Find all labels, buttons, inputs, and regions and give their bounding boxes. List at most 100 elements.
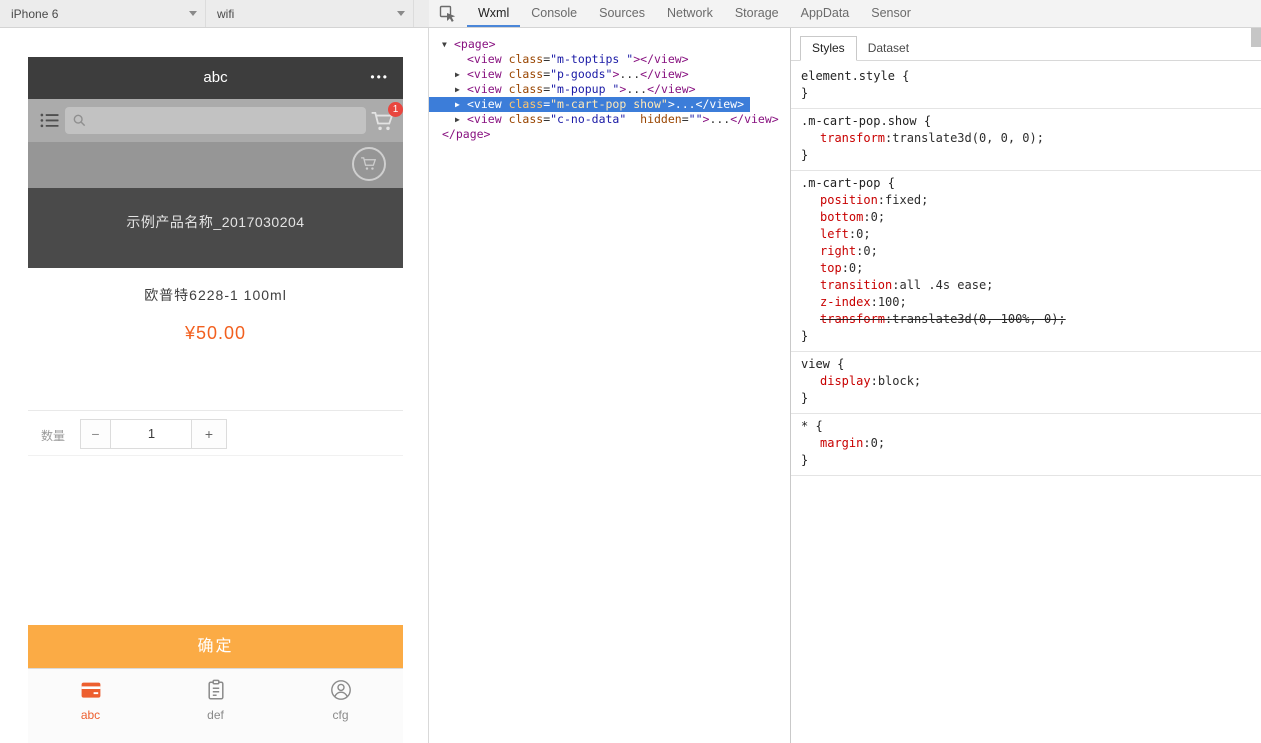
wxml-token: > bbox=[667, 97, 675, 111]
css-rule: view {display:block;} bbox=[791, 352, 1261, 414]
css-rule: .m-cart-pop {position:fixed; bottom:0; lef… bbox=[791, 171, 1261, 352]
wxml-token: ></view> bbox=[633, 52, 689, 66]
wxml-token: "" bbox=[688, 112, 703, 126]
css-rules-list: element.style {} .m-cart-pop.show { transf… bbox=[791, 61, 1261, 476]
wxml-node[interactable]: ▶ <view class="m-popup ">...</view> bbox=[429, 82, 702, 97]
devtools-tab-network[interactable]: Network bbox=[656, 0, 724, 27]
wxml-token: <view bbox=[467, 82, 502, 96]
devtools-tab-console[interactable]: Console bbox=[520, 0, 588, 27]
product-banner-title: 示例产品名称_2017030204 bbox=[126, 214, 305, 230]
styles-tab-dataset[interactable]: Dataset bbox=[857, 37, 920, 60]
tabbar-item-abc[interactable]: abc bbox=[28, 669, 153, 743]
css-rule: element.style {} bbox=[791, 64, 1261, 109]
devtools-tabs-list: Wxml Console Sources Network Storage AppData S… bbox=[467, 0, 922, 27]
inspect-element-icon[interactable] bbox=[439, 5, 457, 23]
wxml-token: ... bbox=[674, 97, 696, 111]
wxml-token bbox=[502, 97, 509, 111]
wxml-token: </view> bbox=[647, 82, 696, 96]
scrollbar-thumb[interactable] bbox=[1251, 28, 1261, 47]
wxml-token bbox=[502, 82, 509, 96]
cart-badge: 1 bbox=[388, 102, 403, 117]
device-select-value: iPhone 6 bbox=[11, 6, 59, 21]
wallet-icon bbox=[79, 678, 103, 702]
mini-program-navbar: abc ••• bbox=[28, 57, 403, 99]
navbar-menu-button[interactable]: ••• bbox=[370, 57, 389, 97]
css-declaration[interactable]: bottom:0; bbox=[801, 209, 1251, 226]
quantity-value[interactable]: 1 bbox=[111, 419, 192, 449]
wxml-token bbox=[502, 112, 509, 126]
search-input[interactable] bbox=[65, 107, 366, 134]
wxml-token: "m-popup " bbox=[550, 82, 620, 96]
tabbar-item-def[interactable]: def bbox=[153, 669, 278, 743]
devtools-tab-appdata[interactable]: AppData bbox=[790, 0, 861, 27]
wxml-node[interactable]: </page> bbox=[429, 127, 496, 142]
device-select[interactable]: iPhone 6 bbox=[8, 0, 206, 27]
list-icon[interactable] bbox=[40, 112, 59, 129]
wxml-token bbox=[502, 52, 509, 66]
wxml-token: = bbox=[681, 112, 689, 126]
network-select[interactable]: wifi bbox=[214, 0, 414, 27]
wxml-token: "m-cart-pop show" bbox=[550, 97, 668, 111]
css-selector: * { bbox=[801, 419, 823, 433]
product-image-area bbox=[28, 142, 403, 188]
product-banner: 示例产品名称_2017030204 bbox=[28, 188, 403, 268]
styles-tab-styles[interactable]: Styles bbox=[800, 36, 857, 61]
simulator-toolbar: iPhone 6 wifi bbox=[0, 0, 429, 28]
wxml-token: "c-no-data" bbox=[550, 112, 627, 126]
css-selector: .m-cart-pop.show { bbox=[801, 114, 932, 128]
wxml-node[interactable]: ▶ <view class="p-goods">...</view> bbox=[429, 67, 695, 82]
wxml-token: class bbox=[508, 82, 544, 96]
devtools-tab-wxml[interactable]: Wxml bbox=[467, 0, 520, 27]
tree-collapsed-arrow[interactable]: ▶ bbox=[455, 112, 467, 127]
cart-button[interactable]: 1 bbox=[370, 102, 403, 133]
wxml-token: </view> bbox=[730, 112, 779, 126]
float-cart-button[interactable] bbox=[352, 147, 386, 181]
tree-collapsed-arrow[interactable]: ▶ bbox=[455, 67, 467, 82]
phone-screen: abc ••• 1 示例产品名称_2017030204 欧普特6228-1 10… bbox=[28, 57, 403, 743]
wxml-token: <view bbox=[467, 52, 502, 66]
tree-expanded-arrow[interactable]: ▼ bbox=[442, 37, 454, 52]
simulator-pane: abc ••• 1 示例产品名称_2017030204 欧普特6228-1 10… bbox=[0, 28, 429, 743]
css-declaration[interactable]: margin:0; bbox=[801, 435, 1251, 452]
network-select-value: wifi bbox=[217, 6, 235, 21]
css-declaration[interactable]: position:fixed; bbox=[801, 192, 1251, 209]
wxml-token: ... bbox=[709, 112, 731, 126]
wxml-node[interactable]: ▼ <page> bbox=[429, 37, 502, 52]
devtools-tab-sensor[interactable]: Sensor bbox=[860, 0, 922, 27]
css-close-brace: } bbox=[801, 148, 809, 162]
css-declaration[interactable]: top:0; bbox=[801, 260, 1251, 277]
navbar-title: abc bbox=[203, 69, 228, 86]
css-declaration[interactable]: display:block; bbox=[801, 373, 1251, 390]
wxml-token: class bbox=[508, 112, 544, 126]
css-declaration[interactable]: transform:translate3d(0, 100%, 0); bbox=[801, 311, 1251, 328]
css-rule: * {margin:0;} bbox=[791, 414, 1261, 476]
wxml-node-selected[interactable]: ▶ <view class="m-cart-pop show">...</view… bbox=[429, 97, 751, 112]
tabbar-item-cfg[interactable]: cfg bbox=[278, 669, 403, 743]
wxml-node[interactable]: ▶ <view class="c-no-data" hidden="">...</… bbox=[429, 112, 785, 127]
confirm-button[interactable]: 确定 bbox=[28, 625, 403, 668]
wxml-token: class bbox=[508, 97, 544, 111]
wxml-token: hidden bbox=[640, 112, 682, 126]
wxml-node[interactable]: <view class="m-toptips "></view> bbox=[429, 52, 695, 67]
css-declaration[interactable]: right:0; bbox=[801, 243, 1251, 260]
tabbar-label: abc bbox=[80, 708, 101, 722]
chevron-down-icon bbox=[189, 11, 197, 16]
devtools-tab-sources[interactable]: Sources bbox=[588, 0, 656, 27]
styles-tabs-list: Styles Dataset bbox=[791, 28, 1261, 61]
devtools-tab-storage[interactable]: Storage bbox=[724, 0, 790, 27]
css-declaration[interactable]: transition:all .4s ease; bbox=[801, 277, 1251, 294]
tree-collapsed-arrow[interactable]: ▶ bbox=[455, 82, 467, 97]
css-declaration[interactable]: left:0; bbox=[801, 226, 1251, 243]
wxml-token: ... bbox=[626, 82, 648, 96]
decrease-button[interactable]: − bbox=[80, 419, 111, 449]
devtools-tab-strip: Wxml Console Sources Network Storage AppData S… bbox=[429, 0, 1261, 28]
css-selector: view { bbox=[801, 357, 845, 371]
css-declaration[interactable]: z-index:100; bbox=[801, 294, 1251, 311]
quantity-stepper: − 1 + bbox=[80, 419, 227, 449]
css-rule: .m-cart-pop.show { transform:translate3d(… bbox=[791, 109, 1261, 171]
cart-icon bbox=[360, 155, 378, 172]
increase-button[interactable]: + bbox=[191, 419, 227, 449]
wxml-token: </page> bbox=[442, 127, 491, 141]
css-declaration[interactable]: transform:translate3d(0, 0, 0); bbox=[801, 130, 1251, 147]
tree-collapsed-arrow[interactable]: ▶ bbox=[455, 97, 467, 112]
